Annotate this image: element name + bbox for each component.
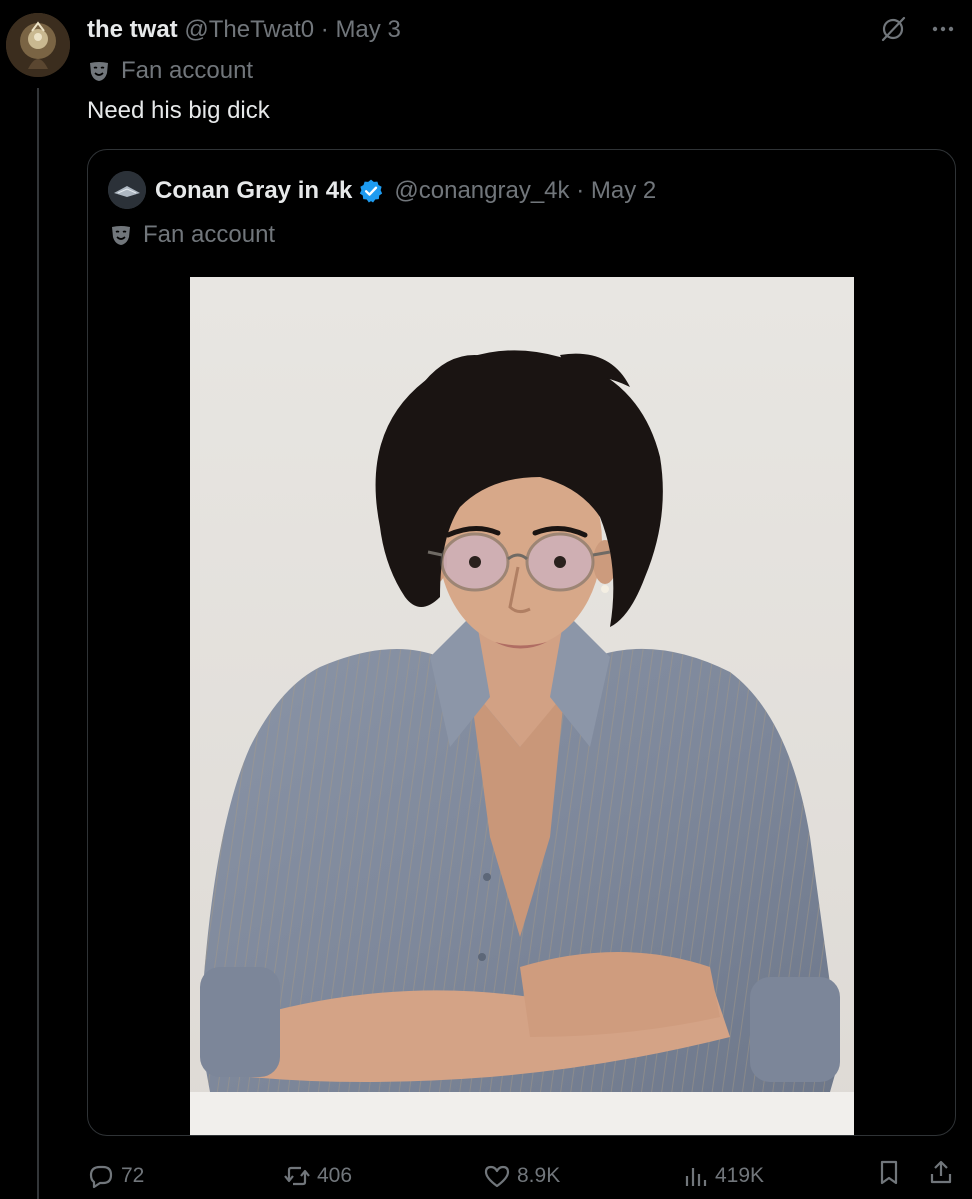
like-count: 8.9K (517, 1164, 561, 1187)
quoted-author-avatar[interactable] (108, 171, 146, 209)
views-action[interactable]: 419K (681, 1158, 764, 1194)
author-fan-label: Fan account (87, 55, 253, 87)
repost-icon (284, 1166, 310, 1186)
more-icon[interactable] (928, 14, 958, 44)
thread-line (37, 88, 39, 1199)
bookmark-action[interactable] (875, 1158, 903, 1186)
verified-badge-icon[interactable] (358, 178, 384, 204)
author-header: the twat @TheTwat0 · May 3 (87, 14, 401, 46)
quoted-date[interactable]: May 2 (591, 175, 656, 207)
reply-icon (89, 1165, 113, 1189)
top-right-actions (878, 14, 958, 44)
reply-count: 72 (121, 1164, 145, 1187)
quoted-display-name[interactable]: Conan Gray in 4k (155, 175, 352, 207)
repost-action[interactable]: 406 (283, 1158, 352, 1194)
fan-account-label: Fan account (121, 57, 254, 84)
bookmark-icon (880, 1160, 898, 1185)
share-action[interactable] (927, 1158, 955, 1186)
quoted-author-header: Conan Gray in 4k @conangray_4k · May 2 (155, 175, 656, 207)
mask-icon (90, 62, 108, 81)
repost-count: 406 (317, 1164, 353, 1187)
tweet-text: Need his big dick (87, 97, 270, 124)
avatar-image-icon (6, 13, 70, 77)
tweet-actions: 72 406 8.9K 419K (87, 1158, 957, 1194)
reply-action[interactable]: 72 (87, 1158, 144, 1194)
share-icon (930, 1160, 952, 1184)
like-action[interactable]: 8.9K (483, 1158, 560, 1194)
author-display-name[interactable]: the twat (87, 16, 178, 43)
quoted-fan-label: Fan account (109, 219, 275, 251)
separator-dot: · (569, 177, 591, 204)
views-count: 419K (715, 1164, 765, 1187)
separator-dot: · (320, 16, 329, 43)
quoted-handle[interactable]: @conangray_4k (394, 175, 569, 207)
quoted-media-photo[interactable] (190, 277, 854, 1135)
fan-account-label: Fan account (143, 221, 276, 248)
grok-icon[interactable] (878, 14, 908, 44)
tweet-date[interactable]: May 3 (335, 16, 400, 43)
analytics-icon (685, 1168, 707, 1186)
mask-icon (112, 226, 130, 245)
author-avatar[interactable] (6, 13, 70, 77)
quoted-tweet-card[interactable]: Conan Gray in 4k @conangray_4k · May 2 F… (87, 149, 956, 1136)
author-handle[interactable]: @TheTwat0 (184, 16, 314, 43)
portrait-photo-icon (190, 277, 854, 1135)
avatar-image-icon (108, 171, 146, 209)
heart-icon (484, 1165, 510, 1188)
